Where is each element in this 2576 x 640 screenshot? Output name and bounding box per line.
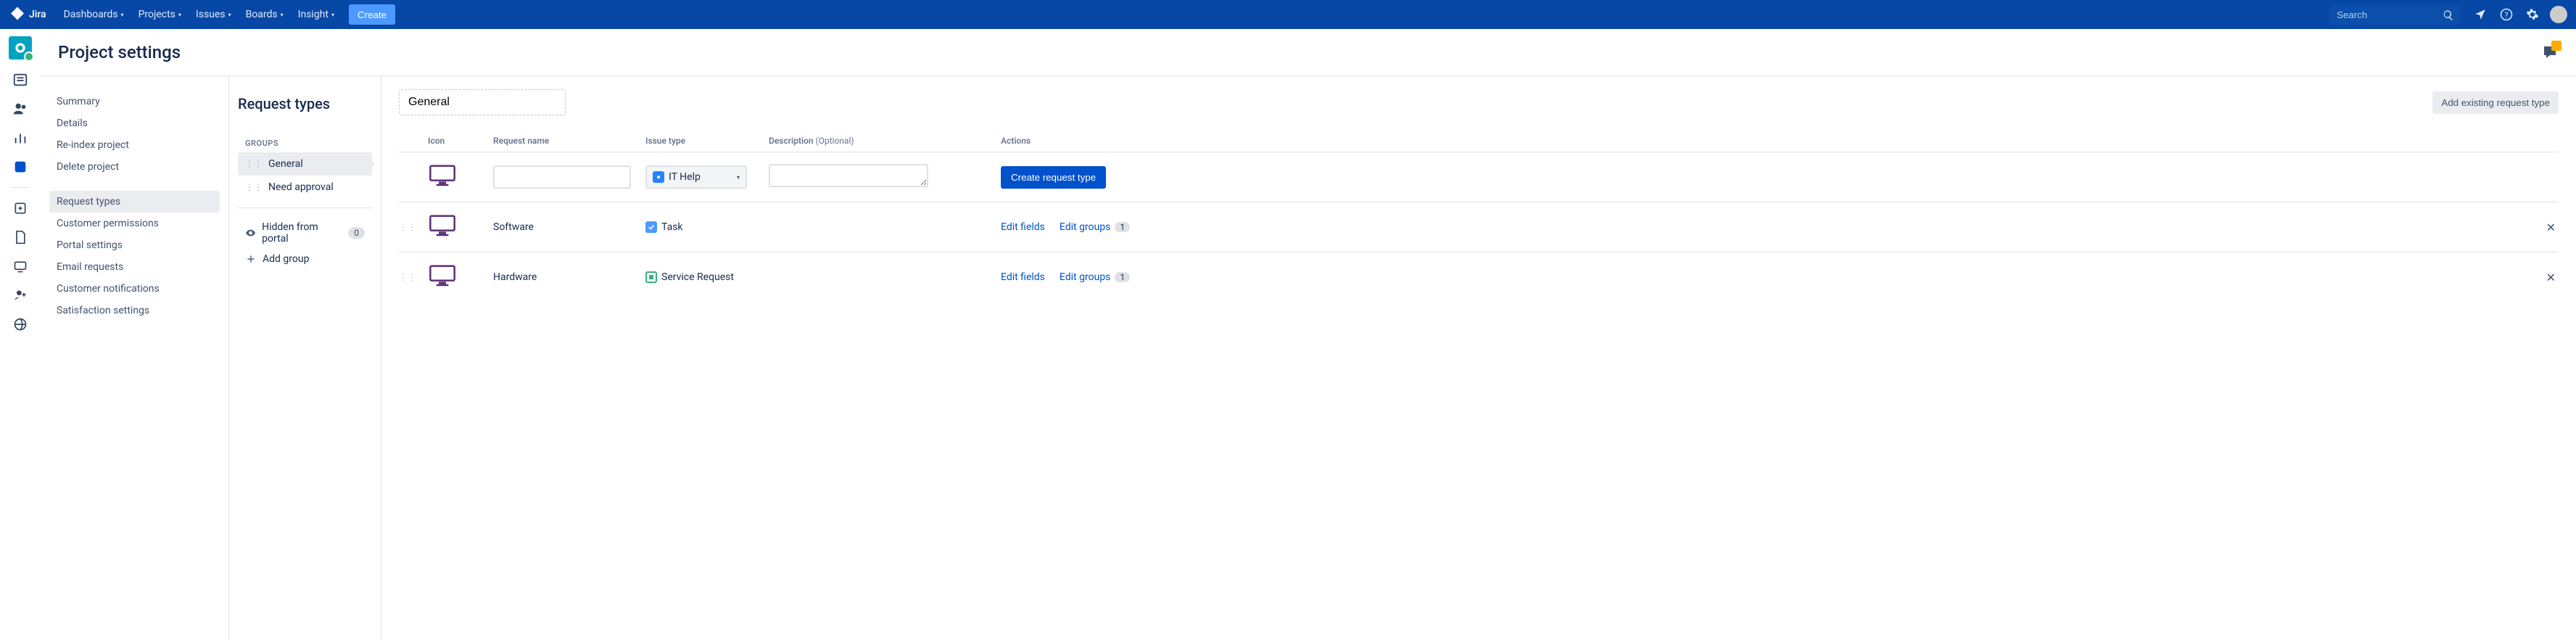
project-avatar[interactable] xyxy=(9,36,32,60)
sidebar-summary[interactable]: Summary xyxy=(49,91,220,112)
invite-team-icon[interactable] xyxy=(12,287,29,304)
drag-handle-icon[interactable]: ⋮⋮ xyxy=(399,272,416,282)
issue-type-value: IT Help xyxy=(669,171,701,183)
issue-type-select[interactable]: IT Help ▾ xyxy=(645,165,747,189)
svg-text:?: ? xyxy=(2505,10,2509,20)
search-icon xyxy=(2443,9,2454,21)
customers-icon[interactable] xyxy=(12,100,29,118)
group-general[interactable]: ⋮⋮ General xyxy=(238,152,372,176)
welcome-icon[interactable] xyxy=(12,316,29,333)
plus-icon xyxy=(245,253,257,265)
user-avatar[interactable] xyxy=(2550,6,2567,23)
group-label: Need approval xyxy=(268,181,334,193)
groups-column: Request types GROUPS ⋮⋮ General ⋮⋮ Need … xyxy=(229,76,381,640)
help-icon[interactable]: ? xyxy=(2498,6,2515,23)
request-type-icon[interactable] xyxy=(428,163,493,192)
feedback-icon[interactable] xyxy=(2541,44,2559,61)
group-count-badge: 1 xyxy=(1115,272,1130,282)
sidebar-satisfaction-settings[interactable]: Satisfaction settings xyxy=(49,300,220,321)
nav-issues[interactable]: Issues▾ xyxy=(190,4,237,25)
section-title: Request types xyxy=(238,95,330,112)
issue-type-value: Service Request xyxy=(661,271,734,283)
sidebar-customer-notifications[interactable]: Customer notifications xyxy=(49,278,220,300)
nav-boards[interactable]: Boards▾ xyxy=(240,4,289,25)
search-input[interactable] xyxy=(2329,5,2460,25)
request-name[interactable]: Hardware xyxy=(493,271,645,283)
hidden-from-portal[interactable]: Hidden from portal 0 xyxy=(238,217,372,249)
drag-handle-icon[interactable]: ⋮⋮ xyxy=(245,159,263,169)
settings-icon[interactable] xyxy=(2524,6,2541,23)
col-actions: Actions xyxy=(1001,136,2559,146)
task-icon xyxy=(645,221,657,233)
project-shortcut-icon[interactable] xyxy=(12,158,29,176)
drag-handle-icon[interactable]: ⋮⋮ xyxy=(399,222,416,232)
request-type-icon[interactable] xyxy=(428,213,493,242)
request-type-icon[interactable] xyxy=(428,263,493,292)
page-title: Project settings xyxy=(58,42,181,62)
sidebar-portal-settings[interactable]: Portal settings xyxy=(49,234,220,256)
chevron-down-icon: ▾ xyxy=(737,174,740,181)
queues-icon[interactable] xyxy=(12,71,29,89)
add-existing-button[interactable]: Add existing request type xyxy=(2432,91,2559,114)
eye-icon xyxy=(245,227,256,239)
nav-insight[interactable]: Insight▾ xyxy=(292,4,340,25)
jira-logo[interactable]: Jira xyxy=(9,6,46,23)
remove-button[interactable]: ✕ xyxy=(2543,268,2559,287)
main-column: Add existing request type Icon Request n… xyxy=(381,76,2576,640)
table-row: ⋮⋮ Hardware Service Request Edit fields xyxy=(399,252,2559,302)
col-issue-type: Issue type xyxy=(645,136,769,146)
table-row: ⋮⋮ Software Task Edit fields xyxy=(399,202,2559,252)
raise-request-icon[interactable] xyxy=(12,258,29,275)
it-help-icon xyxy=(653,171,664,183)
reports-icon[interactable] xyxy=(12,129,29,147)
sidebar-details[interactable]: Details xyxy=(49,112,220,134)
service-request-icon xyxy=(645,271,657,283)
edit-fields-link[interactable]: Edit fields xyxy=(1001,221,1045,233)
col-request-name: Request name xyxy=(493,136,645,146)
nav-dashboards[interactable]: Dashboards▾ xyxy=(58,4,130,25)
monitor-icon xyxy=(428,163,457,189)
settings-sidebar: Summary Details Re-index project Delete … xyxy=(41,76,229,640)
edit-groups-link[interactable]: Edit groups xyxy=(1060,221,1110,233)
sidebar-request-types[interactable]: Request types xyxy=(49,191,220,213)
logo-text: Jira xyxy=(29,9,46,20)
sidebar-customer-permissions[interactable]: Customer permissions xyxy=(49,213,220,234)
hidden-count-badge: 0 xyxy=(348,227,365,239)
group-count-badge: 1 xyxy=(1115,222,1130,232)
create-button[interactable]: Create xyxy=(349,4,395,25)
hidden-label: Hidden from portal xyxy=(262,221,342,245)
edit-fields-link[interactable]: Edit fields xyxy=(1001,271,1045,283)
description-input[interactable] xyxy=(769,164,928,187)
sidebar-reindex[interactable]: Re-index project xyxy=(49,134,220,156)
request-name-input[interactable] xyxy=(493,165,631,189)
pages-icon[interactable] xyxy=(12,229,29,246)
remove-button[interactable]: ✕ xyxy=(2543,218,2559,237)
group-name-input[interactable] xyxy=(399,89,566,115)
monitor-icon xyxy=(428,263,457,289)
add-group-label: Add group xyxy=(263,253,309,265)
create-request-type-button[interactable]: Create request type xyxy=(1001,166,1106,189)
add-shortcut-icon[interactable] xyxy=(12,200,29,217)
add-group[interactable]: Add group xyxy=(238,249,372,269)
icon-rail xyxy=(0,29,41,640)
groups-label: GROUPS xyxy=(238,139,372,148)
request-name[interactable]: Software xyxy=(493,221,645,233)
monitor-icon xyxy=(428,213,457,239)
edit-groups-link[interactable]: Edit groups xyxy=(1060,271,1110,283)
group-label: General xyxy=(268,158,303,170)
col-description: Description (Optional) xyxy=(769,136,1001,146)
new-request-type-row: IT Help ▾ Create request type xyxy=(399,152,2559,202)
nav-projects[interactable]: Projects▾ xyxy=(133,4,187,25)
group-need-approval[interactable]: ⋮⋮ Need approval xyxy=(238,176,372,199)
notifications-icon[interactable] xyxy=(2472,6,2489,23)
col-icon: Icon xyxy=(428,136,493,146)
drag-handle-icon[interactable]: ⋮⋮ xyxy=(245,182,263,192)
issue-type-value: Task xyxy=(661,221,683,233)
sidebar-delete[interactable]: Delete project xyxy=(49,156,220,178)
sidebar-email-requests[interactable]: Email requests xyxy=(49,256,220,278)
